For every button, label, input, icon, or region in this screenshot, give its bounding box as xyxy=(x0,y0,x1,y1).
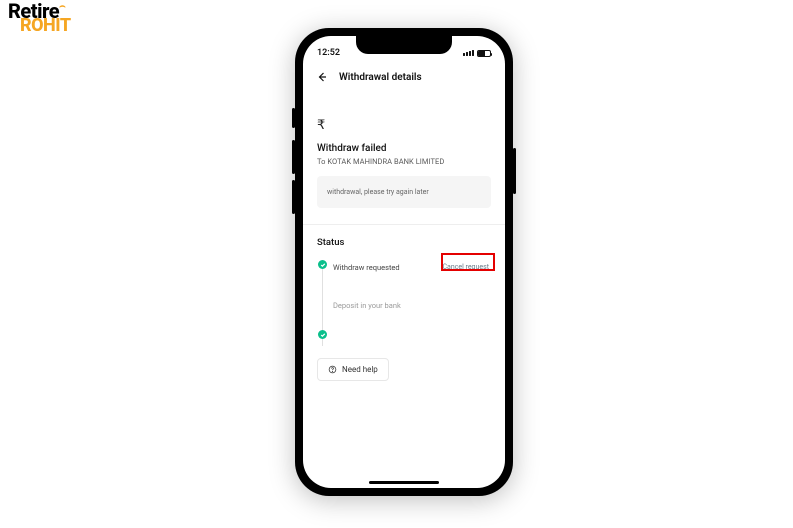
check-circle-icon xyxy=(318,330,327,339)
phone-screen: 12:52 Withdrawal details ₹ Withdraw fail… xyxy=(303,36,505,488)
arrow-left-icon xyxy=(316,71,328,83)
section-divider xyxy=(303,224,505,225)
clock: 12:52 xyxy=(317,48,340,58)
watermark-logo: Retire⌢ ROHIT xyxy=(8,2,71,34)
content-area: ₹ Withdraw failed To KOTAK MAHINDRA BANK… xyxy=(303,94,505,488)
need-help-label: Need help xyxy=(342,365,378,374)
battery-icon xyxy=(477,50,491,57)
error-message-box: withdrawal, please try again later xyxy=(317,176,491,208)
check-circle-icon xyxy=(318,260,327,269)
need-help-button[interactable]: Need help xyxy=(317,358,389,381)
timeline-step-label: Withdraw requested xyxy=(333,263,400,272)
withdraw-status-title: Withdraw failed xyxy=(317,143,491,154)
phone-frame: 12:52 Withdrawal details ₹ Withdraw fail… xyxy=(295,28,513,496)
signal-icon xyxy=(463,50,474,56)
timeline-step-label: Deposit in your bank xyxy=(333,301,401,310)
app-header: Withdrawal details xyxy=(303,64,505,94)
back-button[interactable] xyxy=(315,70,329,84)
cancel-request-link[interactable]: Cancel request xyxy=(440,262,491,272)
help-circle-icon xyxy=(328,365,337,374)
timeline-step-end xyxy=(333,328,491,346)
withdraw-destination: To KOTAK MAHINDRA BANK LIMITED xyxy=(317,157,491,166)
rupee-icon: ₹ xyxy=(317,118,325,133)
phone-notch xyxy=(356,36,452,54)
status-timeline: Withdraw requested Cancel request Deposi… xyxy=(317,258,491,346)
home-indicator[interactable] xyxy=(369,481,439,484)
status-heading: Status xyxy=(317,237,491,248)
page-title: Withdrawal details xyxy=(339,72,422,83)
error-message-text: withdrawal, please try again later xyxy=(327,188,429,196)
timeline-step-requested: Withdraw requested Cancel request xyxy=(333,258,491,276)
amount-display: ₹ xyxy=(317,118,491,133)
timeline-step-deposit: Deposit in your bank xyxy=(333,296,491,314)
